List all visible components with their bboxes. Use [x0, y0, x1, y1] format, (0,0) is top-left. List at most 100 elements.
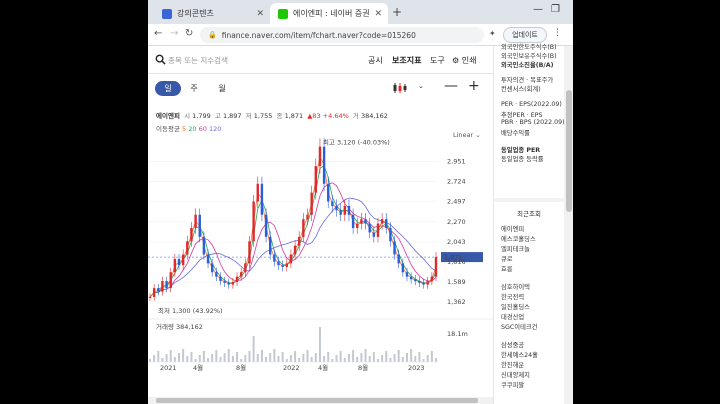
list-item[interactable]: 신대양제지 — [501, 370, 530, 379]
tab-favicon-icon — [162, 8, 172, 19]
high-label: 고 — [214, 112, 221, 120]
volume-value: 384,162 — [360, 112, 388, 120]
candle-body — [322, 146, 326, 184]
recent-item[interactable]: 엘피테크놀 — [501, 244, 530, 253]
maximize-icon[interactable]: ❐ — [551, 4, 560, 15]
change-value: ▲83 — [307, 112, 321, 120]
period-day-button[interactable]: 일 — [155, 81, 181, 96]
forward-icon[interactable]: → — [170, 28, 178, 39]
y-tick-label: 2,043 — [447, 238, 466, 246]
list-item[interactable]: 삼호하이텍 — [501, 282, 530, 291]
volume-bar — [273, 349, 276, 362]
stock-name: 에이엔피 — [156, 112, 180, 120]
x-tick-label: 4월 — [318, 363, 328, 372]
update-button[interactable]: 업데이트 — [503, 27, 547, 43]
candle-body — [157, 288, 160, 292]
tab-naver-finance[interactable]: 에이엔피 : 네이버 증권 ✕ — [270, 3, 388, 24]
candle-body — [235, 276, 239, 282]
volume-bar — [269, 353, 272, 362]
vertical-scrollbar[interactable] — [564, 46, 573, 404]
back-icon[interactable]: ← — [154, 28, 162, 39]
candle-body — [298, 236, 301, 246]
reload-icon[interactable]: ↻ — [185, 28, 193, 39]
recent-item[interactable]: 에스코홀딩스 — [501, 234, 536, 243]
candle-body — [302, 219, 305, 237]
sidebar-item: 외국인소진율(B/A) — [501, 62, 554, 69]
print-button[interactable]: ⚙ 인쇄 — [452, 55, 476, 66]
list-item[interactable]: 한세예스24홀 — [501, 350, 538, 359]
volume-bar — [368, 356, 371, 362]
volume-bar — [389, 358, 392, 362]
recent-item[interactable]: 효릉 — [501, 264, 513, 273]
max-annotation: 최고 3,120 (-40.03%) — [323, 138, 390, 147]
menu-tools[interactable]: 도구 — [430, 55, 445, 66]
candle-body — [256, 183, 259, 202]
close-tab-icon[interactable]: ✕ — [256, 9, 264, 19]
zoom-out-button[interactable]: — — [444, 78, 458, 94]
address-bar[interactable]: 🔒 finance.naver.com/item/fchart.naver?co… — [200, 27, 484, 43]
volume-bar — [364, 349, 367, 362]
candle-body — [335, 205, 338, 211]
zoom-in-button[interactable]: + — [468, 78, 480, 94]
close-label: 종 — [276, 112, 283, 120]
scrollbar-thumb[interactable] — [566, 90, 572, 212]
list-item[interactable]: SGC이테크건 — [501, 322, 537, 331]
sidebar-item[interactable]: 투자의견 · 목표주가 — [501, 75, 553, 84]
candle-body — [227, 282, 230, 285]
tab-title: 강의콘텐츠 — [177, 9, 214, 18]
candlestick-icon[interactable] — [393, 83, 407, 93]
volume-bar — [260, 350, 263, 362]
minimize-icon[interactable]: — — [533, 4, 543, 15]
volume-bar — [318, 327, 321, 362]
extension-icon[interactable]: ✦ — [489, 29, 496, 38]
volume-bar — [244, 355, 247, 362]
list-item[interactable]: 한진해운 — [501, 360, 524, 369]
period-month-button[interactable]: 월 — [209, 81, 235, 96]
volume-bar — [339, 351, 342, 362]
volume-bar — [281, 352, 284, 362]
volume-bar — [236, 352, 239, 362]
recent-item[interactable]: 에이엔피 — [501, 224, 524, 233]
list-item[interactable]: 한국전력 — [501, 292, 524, 301]
y-tick-label: 1,816 — [447, 258, 466, 266]
candle-body — [206, 254, 210, 264]
recent-title: 최근조회 — [517, 210, 541, 218]
list-item[interactable]: 일진홀딩스 — [501, 302, 530, 311]
candle-body — [269, 236, 272, 255]
candle-body — [161, 281, 164, 292]
close-tab-icon[interactable]: ✕ — [374, 9, 382, 19]
close-value: 1,871 — [284, 112, 304, 120]
menu-indicators[interactable]: 보조지표 — [392, 55, 421, 66]
candle-body — [306, 214, 309, 220]
tab-lecture[interactable]: 강의콘텐츠 ✕ — [154, 3, 270, 24]
candle-body — [368, 223, 371, 233]
search-icon[interactable] — [155, 54, 166, 65]
candle-body — [264, 214, 268, 237]
url-text: finance.naver.com/item/fchart.naver?code… — [221, 30, 416, 40]
tab-title: 에이엔피 : 네이버 증권 — [293, 9, 370, 18]
volume-bar — [190, 352, 193, 362]
new-tab-button[interactable]: + — [392, 5, 402, 19]
search-input[interactable]: 종목 또는 지수검색 — [168, 55, 228, 66]
menu-disclosure[interactable]: 공시 — [368, 55, 383, 66]
list-item[interactable]: 삼성중공 — [501, 340, 524, 349]
horizontal-scrollbar[interactable] — [148, 397, 493, 404]
change-pct: +4.64% — [322, 112, 349, 120]
volume-bar — [401, 357, 404, 362]
sidebar-item[interactable]: 컨센서스(회계) — [501, 84, 541, 93]
volume-bar — [422, 359, 425, 362]
candle-body — [409, 276, 413, 280]
list-item[interactable]: 대경산업 — [501, 312, 524, 321]
recent-item[interactable]: 큐로 — [501, 254, 513, 263]
scrollbar-thumb[interactable] — [156, 398, 478, 403]
menu-icon[interactable]: ⋮ — [553, 28, 562, 38]
candle-body — [186, 241, 189, 255]
list-item[interactable]: 쿠쿠피팔 — [501, 380, 524, 389]
price-chart[interactable]: 최고 3,120 (-40.03%)최저 1,300 (43.92%)1,871… — [148, 136, 493, 404]
period-week-button[interactable]: 주 — [181, 81, 207, 96]
lock-icon: 🔒 — [208, 31, 217, 39]
y-tick-label: 2,951 — [447, 158, 466, 166]
volume-bar — [277, 356, 280, 362]
chevron-down-icon[interactable]: ⌄ — [418, 82, 424, 90]
sidebar-item: 추정PER · EPS — [501, 112, 543, 119]
